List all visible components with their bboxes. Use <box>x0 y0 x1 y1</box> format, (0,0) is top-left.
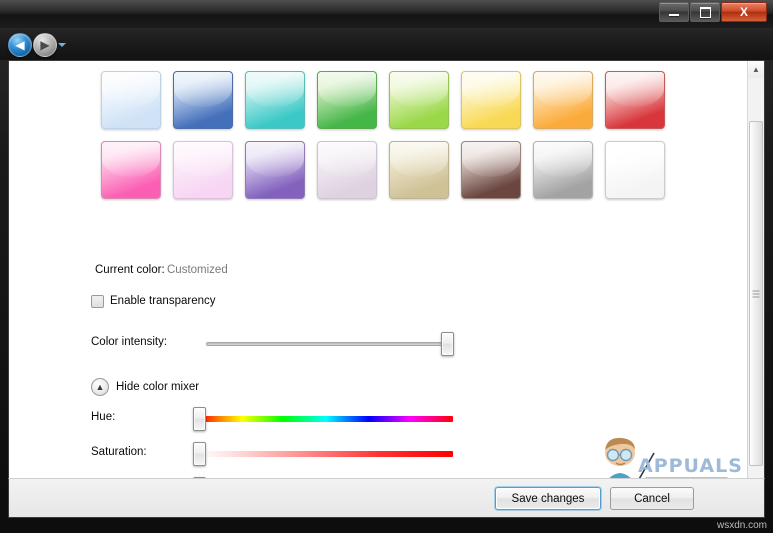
swatch-cell <box>167 135 239 205</box>
cancel-label: Cancel <box>634 492 670 505</box>
appuals-brand-text: APPUALS <box>638 455 743 477</box>
hide-color-mixer-label[interactable]: Hide color mixer <box>116 381 199 393</box>
swatch-cell <box>383 135 455 205</box>
color-swatch-white[interactable] <box>605 141 665 199</box>
color-intensity-track[interactable] <box>206 342 449 346</box>
minimize-icon <box>669 14 679 16</box>
scrollbar-grip-icon <box>752 290 760 297</box>
saturation-thumb[interactable] <box>193 442 206 466</box>
navigation-bar: ◀ ▶ « Personalization ▸ Window Color and… <box>0 28 773 83</box>
close-icon: X <box>739 5 748 19</box>
swatch-gloss <box>534 142 592 177</box>
swatch-cell <box>599 135 671 205</box>
color-swatch-pink[interactable] <box>101 141 161 199</box>
enable-transparency-label[interactable]: Enable transparency <box>110 295 215 307</box>
swatch-cell <box>95 65 167 135</box>
forward-arrow-icon: ▶ <box>40 37 50 52</box>
swatch-gloss <box>246 142 304 177</box>
hue-thumb[interactable] <box>193 407 206 431</box>
saturation-label: Saturation: <box>91 446 147 458</box>
hide-color-mixer-toggle[interactable]: ▲ <box>91 378 109 396</box>
color-swatch-khaki[interactable] <box>389 141 449 199</box>
color-swatch-red[interactable] <box>605 71 665 129</box>
chevron-up-icon: ▲ <box>95 382 105 392</box>
color-swatch-lightpink[interactable] <box>173 141 233 199</box>
color-swatch-yellow[interactable] <box>461 71 521 129</box>
swatch-gloss <box>246 72 304 107</box>
window-color-and-appearance-window: X ◀ ▶ « Personalization ▸ Window Color a… <box>0 0 773 533</box>
maximize-button[interactable] <box>690 2 720 22</box>
swatch-gloss <box>174 142 232 177</box>
scrollbar-thumb[interactable] <box>749 121 763 466</box>
forward-button[interactable]: ▶ <box>33 33 57 57</box>
enable-transparency-checkbox[interactable] <box>91 295 104 308</box>
save-changes-button[interactable]: Save changes <box>495 487 601 510</box>
swatch-cell <box>239 135 311 205</box>
close-button[interactable]: X <box>721 2 767 22</box>
color-swatch-orange[interactable] <box>533 71 593 129</box>
chevron-up-icon: ▲ <box>752 65 760 74</box>
swatch-cell <box>95 135 167 205</box>
swatch-gloss <box>462 142 520 177</box>
maximize-icon <box>699 6 711 18</box>
swatch-gloss <box>606 142 664 177</box>
color-swatch-sky[interactable] <box>101 71 161 129</box>
hue-track[interactable] <box>199 416 453 422</box>
color-swatch-green[interactable] <box>317 71 377 129</box>
title-bar-sheen <box>0 0 773 14</box>
back-arrow-icon: ◀ <box>15 37 25 52</box>
color-swatch-teal[interactable] <box>245 71 305 129</box>
swatch-gloss <box>318 142 376 177</box>
saturation-track[interactable] <box>199 451 453 457</box>
color-swatch-lavender[interactable] <box>317 141 377 199</box>
settings-panel: Current color: Customized Enable transpa… <box>9 61 749 514</box>
swatch-cell <box>455 135 527 205</box>
site-watermark: wsxdn.com <box>716 520 767 531</box>
color-intensity-label: Color intensity: <box>91 336 168 348</box>
color-intensity-thumb[interactable] <box>441 332 454 356</box>
color-swatch-brown[interactable] <box>461 141 521 199</box>
swatch-gloss <box>534 72 592 107</box>
save-changes-label: Save changes <box>511 492 585 505</box>
content-pane: Current color: Customized Enable transpa… <box>8 60 765 515</box>
swatch-cell <box>383 65 455 135</box>
back-button[interactable]: ◀ <box>8 33 32 57</box>
swatch-cell <box>311 135 383 205</box>
color-swatch-gray[interactable] <box>533 141 593 199</box>
swatch-cell <box>311 65 383 135</box>
swatch-cell <box>167 65 239 135</box>
swatch-gloss <box>606 72 664 107</box>
current-color-label: Current color: <box>95 264 165 276</box>
swatch-cell <box>239 65 311 135</box>
minimize-button[interactable] <box>659 2 689 22</box>
swatch-cell <box>527 135 599 205</box>
swatch-gloss <box>102 142 160 177</box>
scroll-up-button[interactable]: ▲ <box>748 61 764 78</box>
window-controls: X <box>659 2 767 22</box>
swatch-gloss <box>390 72 448 107</box>
color-swatch-grid <box>95 65 671 205</box>
vertical-scrollbar[interactable]: ▲ ▼ <box>747 61 764 514</box>
swatch-cell <box>527 65 599 135</box>
cancel-button[interactable]: Cancel <box>610 487 694 510</box>
recent-pages-chevron-icon[interactable] <box>58 43 66 47</box>
color-swatch-purple[interactable] <box>245 141 305 199</box>
swatch-gloss <box>102 72 160 107</box>
title-bar: X <box>0 0 773 29</box>
color-swatch-lime[interactable] <box>389 71 449 129</box>
color-swatch-blue[interactable] <box>173 71 233 129</box>
dialog-button-bar: Save changes Cancel <box>8 478 765 518</box>
swatch-cell <box>455 65 527 135</box>
swatch-gloss <box>390 142 448 177</box>
hue-label: Hue: <box>91 411 116 423</box>
swatch-gloss <box>318 72 376 107</box>
current-color-value: Customized <box>167 264 228 276</box>
swatch-cell <box>599 65 671 135</box>
swatch-gloss <box>462 72 520 107</box>
swatch-gloss <box>174 72 232 107</box>
